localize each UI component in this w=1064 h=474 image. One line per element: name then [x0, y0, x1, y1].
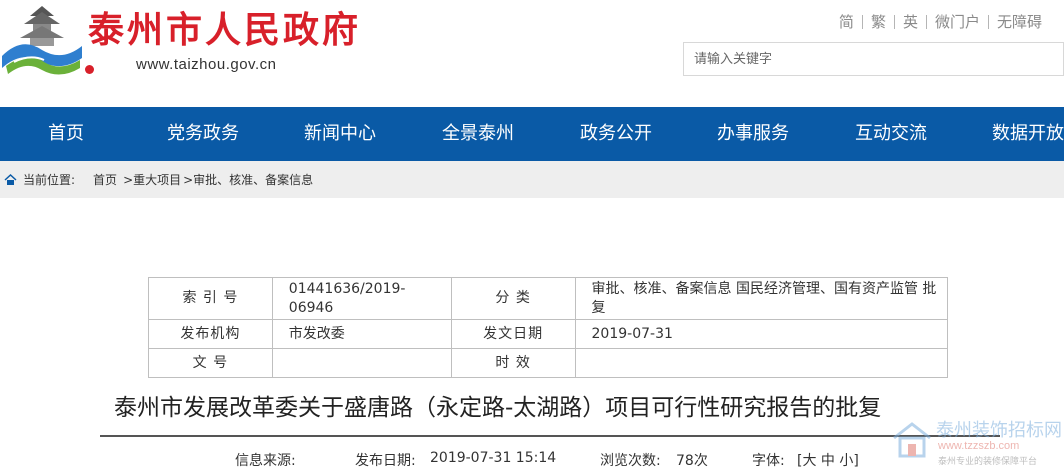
article-title: 泰州市发展改革委关于盛唐路（永定路-太湖路）项目可行性研究报告的批复 [114, 395, 882, 421]
top-links: 简 繁 英 微门户 无障碍 [831, 11, 1050, 32]
document-info-table: 索 引 号 01441636/2019-06946 分 类 审批、核准、备案信息… [148, 277, 949, 378]
city-emblem-icon[interactable] [0, 2, 84, 82]
index-label: 索 引 号 [148, 277, 273, 320]
main-nav: 首页 党务政务 新闻中心 全景泰州 政务公开 办事服务 互动交流 数据开放 [0, 107, 1064, 161]
publisher-label: 发布机构 [148, 319, 273, 349]
title-divider [100, 435, 1000, 437]
page: 泰州市人民政府 www.taizhou.gov.cn 简 繁 英 微门户 无障碍… [0, 0, 1064, 474]
nav-item-open-data[interactable]: 数据开放 [992, 107, 1064, 161]
validity-label: 时 效 [450, 348, 576, 378]
table-row: 发布机构 市发改委 发文日期 2019-07-31 [148, 319, 949, 349]
breadcrumb-home[interactable]: 首页 [93, 171, 117, 188]
watermark-title: 泰州装饰招标网 [936, 420, 1062, 441]
category-value: 审批、核准、备案信息 国民经济管理、国有资产监管 批复 [574, 277, 949, 320]
font-size-switcher[interactable]: [大 中 小] [797, 450, 859, 470]
views-value: 78次 [676, 453, 708, 469]
link-simplified[interactable]: 简 [831, 11, 862, 32]
table-row: 索 引 号 01441636/2019-06946 分 类 审批、核准、备案信息… [148, 277, 949, 320]
breadcrumb-approvals[interactable]: >审批、核准、备案信息 [183, 171, 313, 188]
nav-item-gov-disclosure[interactable]: 政务公开 [580, 107, 652, 161]
issue-date-label: 发文日期 [450, 319, 576, 349]
watermark: 泰州装饰招标网 www.tzzszb.com 泰州专业的装修保障平台 [888, 414, 1064, 472]
site-url: www.taizhou.gov.cn [136, 56, 277, 73]
house-logo-icon [893, 422, 931, 458]
link-traditional[interactable]: 繁 [863, 11, 894, 32]
publish-date-value: 2019-07-31 15:14 [430, 450, 557, 466]
watermark-url: www.tzzszb.com [938, 440, 1020, 452]
link-micro-portal[interactable]: 微门户 [927, 11, 988, 32]
doc-no-value [271, 348, 452, 378]
search-box [683, 42, 1064, 76]
link-english[interactable]: 英 [895, 11, 926, 32]
url-bullet-icon [85, 65, 94, 74]
table-row: 文 号 时 效 [148, 348, 949, 378]
breadcrumb-major-projects[interactable]: >重大项目 [123, 171, 181, 188]
validity-value [574, 348, 949, 378]
doc-no-label: 文 号 [148, 348, 273, 378]
issue-date-value: 2019-07-31 [574, 319, 949, 349]
category-label: 分 类 [450, 277, 576, 320]
publish-date-label: 发布日期: [355, 453, 416, 469]
breadcrumb: 当前位置: 首页 >重大项目 >审批、核准、备案信息 [0, 161, 1064, 198]
nav-item-panorama[interactable]: 全景泰州 [442, 107, 514, 161]
nav-item-services[interactable]: 办事服务 [717, 107, 789, 161]
nav-item-news-center[interactable]: 新闻中心 [304, 107, 376, 161]
site-title[interactable]: 泰州市人民政府 [88, 8, 361, 52]
nav-item-interaction[interactable]: 互动交流 [855, 107, 927, 161]
site-header: 泰州市人民政府 www.taizhou.gov.cn 简 繁 英 微门户 无障碍 [0, 0, 1064, 107]
breadcrumb-label: 当前位置: [23, 173, 76, 187]
search-input[interactable] [684, 43, 1063, 75]
link-accessibility[interactable]: 无障碍 [989, 11, 1050, 32]
index-value: 01441636/2019-06946 [271, 277, 452, 320]
views-label: 浏览次数: [600, 453, 661, 469]
publisher-value: 市发改委 [271, 319, 452, 349]
font-size-label: 字体: [752, 453, 785, 469]
nav-item-home[interactable]: 首页 [48, 107, 84, 161]
home-icon [4, 173, 17, 185]
source-label: 信息来源: [235, 453, 296, 469]
nav-item-party-affairs[interactable]: 党务政务 [167, 107, 239, 161]
watermark-subtitle: 泰州专业的装修保障平台 [938, 457, 1038, 467]
